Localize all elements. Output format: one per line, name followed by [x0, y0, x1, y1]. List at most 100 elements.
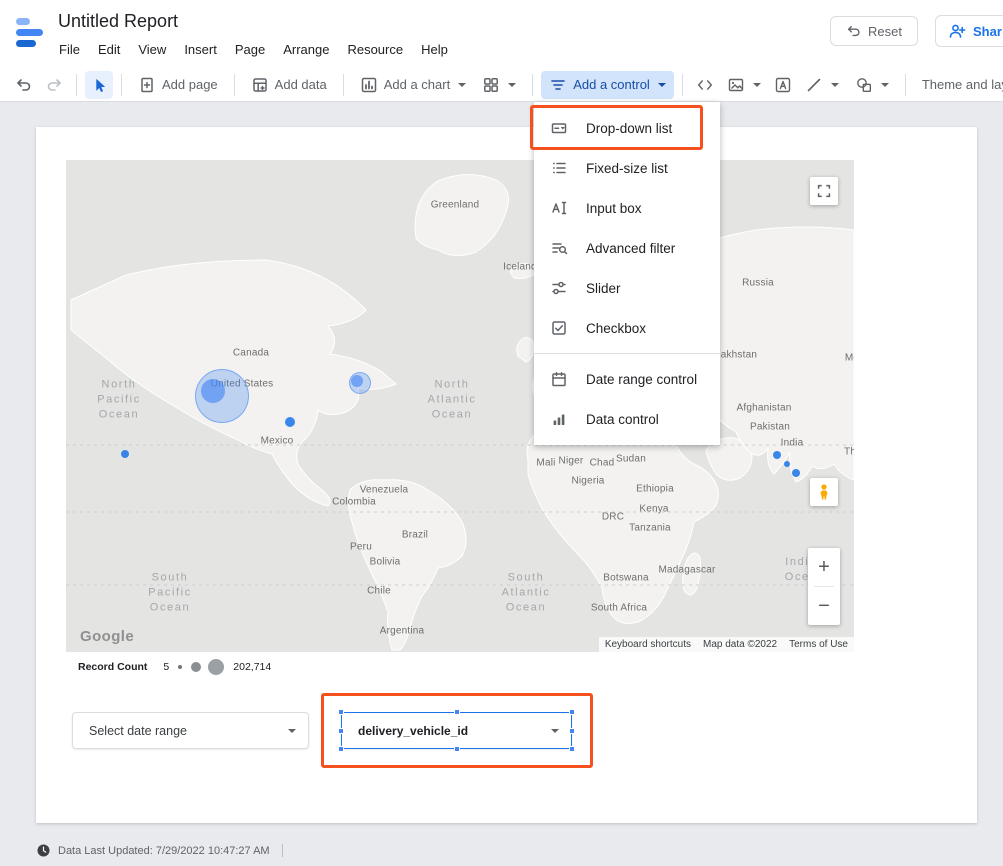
report-page[interactable]: GreenlandIcelandCanadaUnited StatesMexic…	[36, 127, 977, 823]
share-button[interactable]: Shar	[935, 15, 1003, 47]
menu-item-slider[interactable]: Slider	[534, 268, 720, 308]
map-label-mali: Mali	[536, 458, 555, 469]
map-label-greenland: Greenland	[431, 200, 480, 211]
menu-item-input-box[interactable]: Input box	[534, 188, 720, 228]
vehicle-id-dropdown-control[interactable]: delivery_vehicle_id	[341, 712, 572, 749]
menu-item-view[interactable]: View	[129, 40, 175, 59]
street-view-pegman-button[interactable]	[810, 478, 838, 506]
map-label-kenya: Kenya	[639, 504, 668, 515]
grid-icon	[482, 76, 500, 94]
data-control-icon	[550, 410, 568, 428]
map-bubble	[784, 461, 790, 467]
top-bar: Untitled Report File Edit View Insert Pa…	[0, 0, 1003, 68]
selection-handle[interactable]	[569, 746, 575, 752]
zoom-out-button[interactable]: −	[808, 587, 840, 625]
report-canvas: GreenlandIcelandCanadaUnited StatesMexic…	[0, 102, 1003, 866]
map-label-brazil: Brazil	[402, 530, 428, 541]
report-title[interactable]: Untitled Report	[58, 11, 178, 32]
menu-item-fixed-size-list[interactable]: Fixed-size list	[534, 148, 720, 188]
menu-item-insert[interactable]: Insert	[175, 40, 226, 59]
menu-item-checkbox[interactable]: Checkbox	[534, 308, 720, 348]
menu-item-date-range-control[interactable]: Date range control	[534, 359, 720, 399]
selection-handle[interactable]	[569, 728, 575, 734]
chevron-down-icon	[508, 83, 516, 87]
menu-item-help[interactable]: Help	[412, 40, 457, 59]
insert-shape-button[interactable]	[847, 71, 897, 99]
select-tool-button[interactable]	[85, 71, 113, 99]
menu-item-arrange[interactable]: Arrange	[274, 40, 338, 59]
person-add-icon	[948, 22, 966, 40]
legend-metric-label: Record Count	[78, 661, 147, 673]
geo-bubble-map-chart[interactable]: GreenlandIcelandCanadaUnited StatesMexic…	[66, 160, 854, 652]
legend-small-circle	[178, 665, 182, 669]
selection-handle[interactable]	[338, 728, 344, 734]
map-label-madagascar: Madagascar	[658, 565, 715, 576]
add-page-button[interactable]: Add page	[130, 71, 226, 99]
menu-item-file[interactable]: File	[50, 40, 89, 59]
menu-item-edit[interactable]: Edit	[89, 40, 129, 59]
insert-image-button[interactable]	[719, 71, 769, 99]
dropdown-list-icon	[550, 119, 568, 137]
selection-handle[interactable]	[338, 709, 344, 715]
chevron-down-icon	[658, 83, 666, 87]
vehicle-id-label: delivery_vehicle_id	[358, 724, 468, 738]
reset-label: Reset	[868, 24, 902, 39]
menu-label: Checkbox	[586, 321, 646, 336]
map-label-chile: Chile	[367, 586, 391, 597]
reset-button[interactable]: Reset	[830, 16, 918, 46]
map-label-tanzania: Tanzania	[629, 523, 671, 534]
terms-of-use-link[interactable]: Terms of Use	[783, 637, 854, 652]
menu-divider	[534, 353, 720, 354]
date-range-label: Select date range	[89, 724, 187, 738]
legend-large-circle	[208, 659, 224, 675]
selection-handle[interactable]	[569, 709, 575, 715]
menu-item-resource[interactable]: Resource	[338, 40, 412, 59]
redo-button[interactable]	[40, 71, 68, 99]
legend-min-value: 5	[163, 661, 169, 673]
map-label-venezuela: Venezuela	[360, 485, 409, 496]
map-label-mongolia: Mongolia	[845, 353, 854, 364]
looker-studio-logo-icon[interactable]	[12, 13, 52, 53]
menu-item-page[interactable]: Page	[226, 40, 274, 59]
selection-handle[interactable]	[338, 746, 344, 752]
theme-and-layout-button[interactable]: Theme and layout	[914, 71, 1003, 99]
map-label-colombia: Colombia	[332, 497, 376, 508]
menu-item-drop-down-list[interactable]: Drop-down list	[534, 108, 720, 148]
map-label-south-africa: South Africa	[591, 603, 647, 614]
advanced-filter-icon	[550, 239, 568, 257]
map-label-south-atlantic-ocean: South Atlantic Ocean	[502, 571, 551, 616]
map-label-thailand: Thailand	[844, 447, 854, 458]
map-label-north-pacific-ocean: North Pacific Ocean	[97, 378, 141, 423]
chevron-down-icon	[288, 729, 296, 733]
insert-text-button[interactable]	[769, 71, 797, 99]
clock-icon	[36, 843, 51, 858]
menu-item-advanced-filter[interactable]: Advanced filter	[534, 228, 720, 268]
map-label-south-pacific-ocean: South Pacific Ocean	[148, 571, 192, 616]
toolbar-separator	[682, 74, 683, 96]
community-visualizations-button[interactable]	[474, 71, 524, 99]
map-label-india: India	[781, 438, 804, 449]
selection-handle[interactable]	[454, 746, 460, 752]
image-icon	[727, 76, 745, 94]
toolbar-separator	[76, 74, 77, 96]
map-bubble	[773, 451, 781, 459]
date-range-control[interactable]: Select date range	[72, 712, 309, 749]
add-page-label: Add page	[162, 77, 218, 92]
embed-code-button[interactable]	[691, 71, 719, 99]
selection-handle[interactable]	[454, 709, 460, 715]
line-icon	[805, 76, 823, 94]
insert-line-button[interactable]	[797, 71, 847, 99]
add-a-control-button[interactable]: Add a control	[541, 71, 674, 99]
checkbox-icon	[550, 319, 568, 337]
shape-icon	[855, 76, 873, 94]
zoom-in-button[interactable]: +	[808, 548, 840, 586]
chevron-down-icon	[551, 729, 559, 733]
keyboard-shortcuts-link[interactable]: Keyboard shortcuts	[599, 637, 697, 652]
add-data-button[interactable]: Add data	[243, 71, 335, 99]
fullscreen-button[interactable]	[810, 177, 838, 205]
map-label-botswana: Botswana	[603, 573, 649, 584]
menu-item-data-control[interactable]: Data control	[534, 399, 720, 439]
add-chart-button[interactable]: Add a chart	[352, 71, 475, 99]
map-label-peru: Peru	[350, 542, 372, 553]
undo-button[interactable]	[10, 71, 38, 99]
